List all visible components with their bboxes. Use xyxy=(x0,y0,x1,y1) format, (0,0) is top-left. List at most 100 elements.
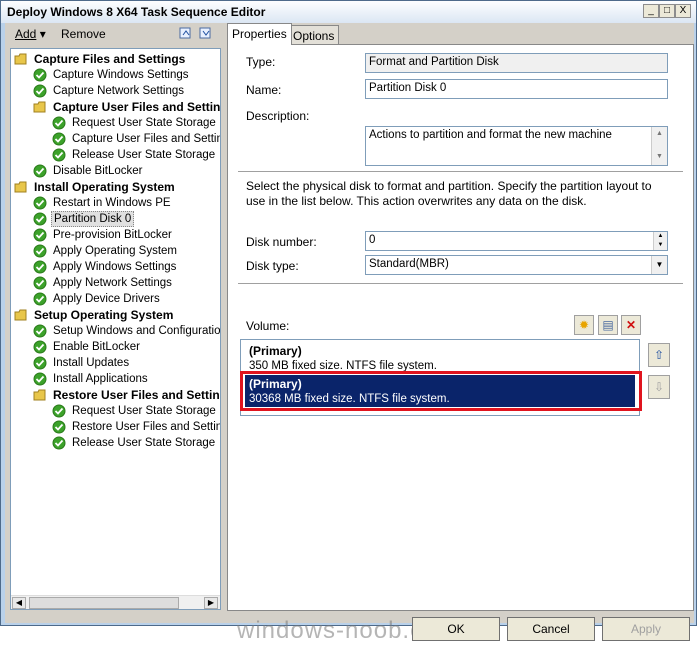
disk-type-select[interactable]: Standard(MBR) ▼ xyxy=(365,255,668,275)
folder-icon xyxy=(14,53,27,65)
description-input[interactable]: Actions to partition and format the new … xyxy=(365,126,668,166)
description-label: Description: xyxy=(246,109,310,123)
stepper-down-icon[interactable]: ▼ xyxy=(654,241,667,250)
volume-item[interactable]: (Primary) 350 MB fixed size. NTFS file s… xyxy=(245,342,635,374)
folder-icon xyxy=(33,389,46,401)
check-icon xyxy=(33,244,47,258)
type-label: Type: xyxy=(246,55,276,69)
tree-item-label: Disable BitLocker xyxy=(53,165,143,177)
properties-icon[interactable]: ▤ xyxy=(598,315,618,335)
check-icon xyxy=(33,276,47,290)
tree-item-label: Restore User Files and Settings xyxy=(53,388,221,402)
check-icon xyxy=(52,436,66,450)
check-icon xyxy=(33,372,47,386)
apply-button[interactable]: Apply xyxy=(602,617,690,641)
tree-item-label: Release User State Storage xyxy=(72,149,216,161)
tab-properties[interactable]: Properties xyxy=(227,23,292,45)
check-icon xyxy=(52,404,66,418)
folder-icon xyxy=(14,181,27,193)
tree-item-label: Install Updates xyxy=(53,357,130,369)
check-icon xyxy=(33,212,47,226)
ok-button[interactable]: OK xyxy=(412,617,500,641)
tree-item-label: Install Operating System xyxy=(34,180,175,194)
close-button[interactable]: X xyxy=(675,4,691,18)
tree-item-label: Partition Disk 0 xyxy=(51,211,135,227)
tree-item-label: Capture User Files and Settings xyxy=(72,133,221,145)
scroll-right-icon[interactable]: ▶ xyxy=(204,597,218,609)
scroll-left-icon[interactable]: ◀ xyxy=(12,597,26,609)
cancel-button[interactable]: Cancel xyxy=(507,617,595,641)
chevron-down-icon[interactable]: ▼ xyxy=(651,256,667,274)
move-volume-down-icon[interactable]: ⇩ xyxy=(648,375,670,399)
remove-button[interactable]: Remove xyxy=(61,27,106,41)
editor-window: Deploy Windows 8 X64 Task Sequence Edito… xyxy=(0,0,697,644)
check-icon xyxy=(33,196,47,210)
stepper-arrows[interactable]: ▲ ▼ xyxy=(653,232,667,250)
tree-item-label: Setup Operating System xyxy=(34,308,174,322)
check-icon xyxy=(52,132,66,146)
stepper-up-icon[interactable]: ▲ xyxy=(654,232,667,241)
disk-number-label: Disk number: xyxy=(246,235,317,249)
move-up-icon[interactable] xyxy=(179,26,193,40)
title-bar: Deploy Windows 8 X64 Task Sequence Edito… xyxy=(1,1,696,23)
check-icon xyxy=(52,420,66,434)
add-label: Add xyxy=(15,27,37,41)
scroll-up-icon[interactable]: ▲ xyxy=(653,128,666,140)
minimize-button[interactable]: _ xyxy=(643,4,659,18)
properties-panel: Type: Format and Partition Disk Name: Pa… xyxy=(227,44,694,611)
highlight-frame xyxy=(240,371,642,411)
window-title: Deploy Windows 8 X64 Task Sequence Edito… xyxy=(7,5,266,19)
disk-type-label: Disk type: xyxy=(246,259,299,273)
scroll-thumb[interactable] xyxy=(29,597,179,609)
tree-item-label: Capture Files and Settings xyxy=(34,52,186,66)
tree-item-label: Apply Network Settings xyxy=(53,277,172,289)
folder-icon xyxy=(14,309,27,321)
tree-toolbar: Add ▾ Remove xyxy=(7,23,225,45)
task-sequence-tree[interactable]: Capture Files and Settings Capture Window… xyxy=(10,48,221,610)
scroll-down-icon[interactable]: ▼ xyxy=(653,151,666,163)
tab-options[interactable]: Options xyxy=(288,25,340,45)
tree-item-label: Apply Operating System xyxy=(53,245,178,257)
tree-item-label: Apply Device Drivers xyxy=(53,293,160,305)
check-icon xyxy=(33,260,47,274)
move-volume-up-icon[interactable]: ⇧ xyxy=(648,343,670,367)
tree-item-label: Setup Windows and Configuration xyxy=(53,325,221,337)
new-volume-icon[interactable]: ✹ xyxy=(574,315,594,335)
description-scrollbar[interactable]: ▲ ▼ xyxy=(651,127,667,165)
disk-number-value: 0 xyxy=(369,234,376,246)
check-icon xyxy=(52,116,66,130)
name-input[interactable]: Partition Disk 0 xyxy=(365,79,668,99)
check-icon xyxy=(33,292,47,306)
disk-number-stepper[interactable]: 0 ▲ ▼ xyxy=(365,231,668,251)
volume-label: Volume: xyxy=(246,319,290,333)
divider xyxy=(238,171,683,173)
check-icon xyxy=(33,228,47,242)
move-down-icon[interactable] xyxy=(199,26,213,40)
check-icon xyxy=(33,356,47,370)
tree-item-label: Pre-provision BitLocker xyxy=(53,229,172,241)
tree-item-label: Install Applications xyxy=(53,373,148,385)
description-text: Actions to partition and format the new … xyxy=(369,129,612,141)
delete-icon[interactable]: ✕ xyxy=(621,315,641,335)
tree-items: Capture Files and Settings Capture Window… xyxy=(11,49,221,595)
type-field: Format and Partition Disk xyxy=(365,53,668,73)
instructions-text: Select the physical disk to format and p… xyxy=(246,179,652,208)
tree-item-label: Capture Windows Settings xyxy=(53,69,189,81)
tree-item-label: Request User State Storage xyxy=(72,405,216,417)
tree-item-label: Capture User Files and Settings xyxy=(53,100,221,114)
check-icon xyxy=(52,148,66,162)
divider xyxy=(238,283,683,285)
add-menu-button[interactable]: Add ▾ xyxy=(15,27,46,41)
tree-item-label: Release User State Storage xyxy=(72,437,216,449)
name-label: Name: xyxy=(246,83,282,97)
tree-item-label: Capture Network Settings xyxy=(53,85,185,97)
folder-icon xyxy=(33,101,46,113)
check-icon xyxy=(33,84,47,98)
volume-title: (Primary) xyxy=(249,344,302,358)
check-icon xyxy=(33,68,47,82)
tree-item-label: Restore User Files and Settings xyxy=(72,421,221,433)
tree-item-label: Restart in Windows PE xyxy=(53,197,171,209)
check-icon xyxy=(33,164,47,178)
maximize-button[interactable]: □ xyxy=(659,4,675,18)
tree-horizontal-scrollbar[interactable]: ◀ ▶ xyxy=(11,595,220,609)
